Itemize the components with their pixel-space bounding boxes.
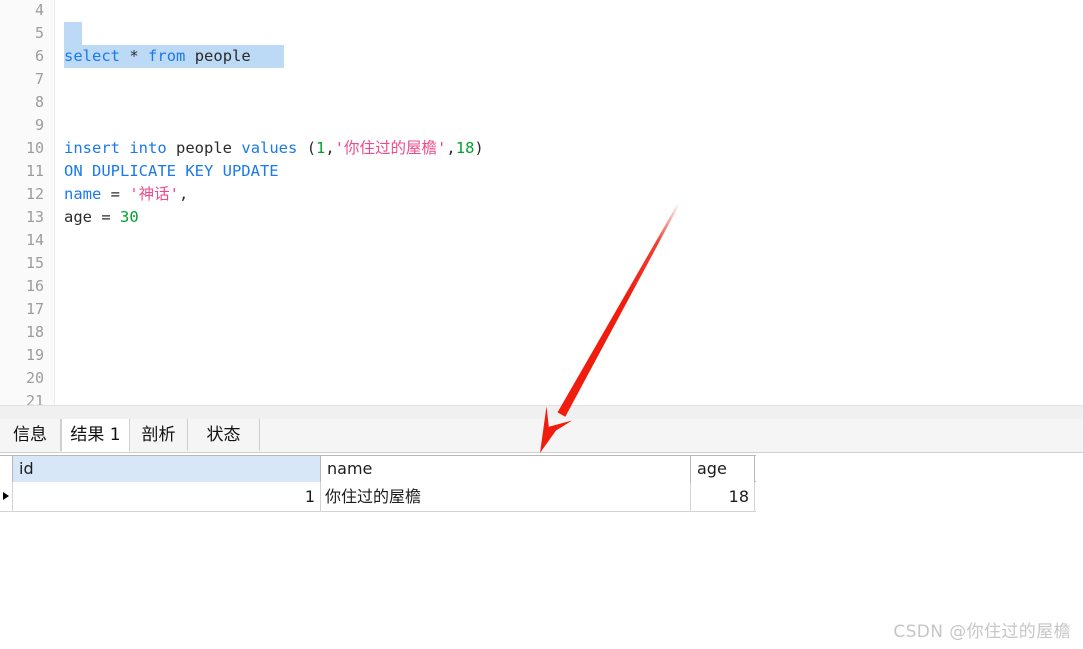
tab-label: 剖析 bbox=[141, 425, 176, 445]
column-header-age[interactable]: age bbox=[691, 456, 755, 482]
tab-label: 状态 bbox=[206, 425, 241, 445]
token-op: ( bbox=[297, 139, 317, 157]
line-number-9: 9 bbox=[34, 116, 44, 134]
token-kw: values bbox=[241, 139, 298, 157]
token-op bbox=[185, 47, 194, 65]
line-number-10: 10 bbox=[25, 139, 44, 157]
token-op: * bbox=[129, 47, 139, 65]
row-current-triangle-icon bbox=[3, 492, 9, 500]
token-str: '你住过的屋檐' bbox=[334, 139, 447, 157]
line-number-12: 12 bbox=[25, 185, 44, 203]
token-op: = bbox=[101, 185, 130, 203]
line-number-5: 5 bbox=[34, 24, 44, 42]
token-str: '神话' bbox=[129, 185, 179, 203]
line-number-6: 6 bbox=[34, 47, 44, 65]
token-kw: insert bbox=[64, 139, 120, 157]
token-op: , bbox=[179, 185, 189, 203]
token-op bbox=[139, 47, 148, 65]
column-header-name[interactable]: name bbox=[321, 456, 691, 482]
result-grid-header[interactable]: id name age bbox=[0, 455, 756, 482]
csdn-watermark: CSDN @你住过的屋檐 bbox=[893, 622, 1071, 642]
token-ident: people bbox=[176, 139, 233, 157]
tab-0[interactable]: 信息 bbox=[0, 419, 61, 451]
tab-label: 信息 bbox=[13, 425, 47, 445]
line-number-19: 19 bbox=[25, 346, 44, 364]
line-number-13: 13 bbox=[25, 208, 44, 226]
token-op bbox=[167, 139, 176, 157]
line-number-14: 14 bbox=[25, 231, 44, 249]
token-num: 30 bbox=[120, 208, 139, 226]
token-kwu: ON DUPLICATE KEY UPDATE bbox=[64, 162, 279, 180]
token-ident: people bbox=[194, 47, 251, 65]
line-number-18: 18 bbox=[25, 323, 44, 341]
tab-1[interactable]: 结果 1 bbox=[61, 419, 130, 452]
line-number-16: 16 bbox=[25, 277, 44, 295]
editor-code-area[interactable]: select * from people insert into people v… bbox=[55, 0, 1083, 412]
line-number-20: 20 bbox=[25, 369, 44, 387]
tab-3[interactable]: 状态 bbox=[188, 419, 260, 451]
cell-age[interactable]: 18 bbox=[691, 482, 755, 511]
token-op: , bbox=[325, 139, 335, 157]
token-op: = bbox=[92, 208, 120, 226]
token-op: , bbox=[446, 139, 456, 157]
line-number-8: 8 bbox=[34, 93, 44, 111]
grid-corner-cell bbox=[0, 456, 13, 482]
token-op: ) bbox=[474, 139, 484, 157]
line-number-17: 17 bbox=[25, 300, 44, 318]
token-kw: into bbox=[129, 139, 167, 157]
token-op bbox=[232, 139, 241, 157]
line-number-4: 4 bbox=[34, 1, 44, 19]
code-line-12[interactable]: name = '神话', bbox=[64, 183, 188, 206]
token-op bbox=[120, 47, 129, 65]
column-header-id[interactable]: id bbox=[13, 456, 321, 482]
token-op bbox=[120, 139, 129, 157]
token-num: 1 bbox=[316, 139, 326, 157]
cell-name[interactable]: 你住过的屋檐 bbox=[321, 482, 691, 511]
table-row[interactable]: 1 你住过的屋檐 18 bbox=[0, 482, 756, 512]
token-kw: select bbox=[64, 47, 120, 65]
code-line-10[interactable]: insert into people values (1,'你住过的屋檐',18… bbox=[64, 137, 484, 160]
result-grid[interactable]: id name age 1 你住过的屋檐 18 bbox=[0, 455, 756, 512]
editor-gutter: 4 5 6 7 8 9 10 11 12 13 14 15 16 17 18 19 20 21 bbox=[0, 0, 55, 412]
line-number-11: 11 bbox=[25, 162, 44, 180]
code-line-13[interactable]: age = 30 bbox=[64, 206, 139, 229]
cell-id[interactable]: 1 bbox=[13, 482, 321, 511]
tab-2[interactable]: 剖析 bbox=[130, 419, 188, 451]
sql-editor[interactable]: 4 5 6 7 8 9 10 11 12 13 14 15 16 17 18 19 20 21 select * … bbox=[0, 0, 1083, 412]
line-number-15: 15 bbox=[25, 254, 44, 272]
token-ident: age bbox=[64, 208, 92, 226]
token-num: 18 bbox=[455, 139, 475, 157]
token-kw: name bbox=[64, 185, 102, 203]
result-tab-bar[interactable]: 信息 结果 1 剖析 状态 bbox=[0, 419, 1083, 453]
token-kw: from bbox=[148, 47, 186, 65]
code-line-6[interactable]: select * from people bbox=[64, 45, 251, 68]
tab-label: 结果 1 bbox=[70, 425, 121, 445]
row-selector-marker[interactable] bbox=[0, 482, 13, 511]
line-number-7: 7 bbox=[34, 70, 44, 88]
code-line-11[interactable]: ON DUPLICATE KEY UPDATE bbox=[64, 160, 279, 183]
